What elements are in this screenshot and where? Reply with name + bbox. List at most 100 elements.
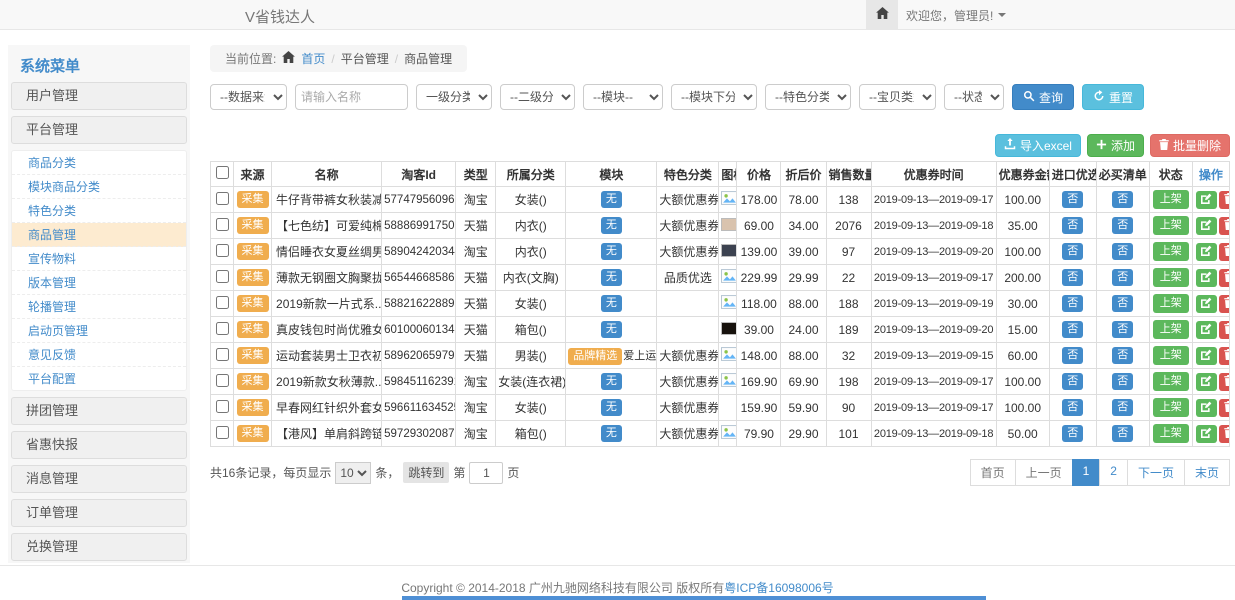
edit-button[interactable] (1196, 373, 1217, 391)
filter-select[interactable]: --数据来源-- (210, 84, 287, 110)
delete-button[interactable] (1219, 399, 1230, 417)
sidebar-item[interactable]: 宣传物料 (12, 247, 186, 271)
module-badge[interactable]: 品牌精选 (568, 348, 622, 365)
must-buy-toggle[interactable]: 否 (1112, 321, 1133, 338)
import-optional-toggle[interactable]: 否 (1062, 425, 1083, 442)
sidebar-item[interactable]: 商品分类 (12, 151, 186, 175)
sidebar-item[interactable]: 平台配置 (12, 367, 186, 390)
page-button[interactable]: 2 (1099, 459, 1128, 486)
module-badge[interactable]: 无 (601, 269, 622, 286)
status-toggle[interactable]: 上架 (1153, 346, 1189, 365)
status-toggle[interactable]: 上架 (1153, 268, 1189, 287)
status-toggle[interactable]: 上架 (1153, 320, 1189, 339)
must-buy-toggle[interactable]: 否 (1112, 295, 1133, 312)
filter-select[interactable]: --特色分类-- (765, 84, 851, 110)
page-button[interactable]: 1 (1072, 459, 1101, 486)
edit-button[interactable] (1196, 295, 1217, 313)
delete-button[interactable] (1219, 243, 1230, 261)
status-toggle[interactable]: 上架 (1153, 294, 1189, 313)
import-optional-toggle[interactable]: 否 (1062, 295, 1083, 312)
row-checkbox[interactable] (216, 400, 229, 413)
module-badge[interactable]: 无 (601, 295, 622, 312)
reset-button[interactable]: 重置 (1082, 84, 1144, 110)
row-checkbox[interactable] (216, 244, 229, 257)
must-buy-toggle[interactable]: 否 (1112, 191, 1133, 208)
sidebar-item[interactable]: 启动页管理 (12, 319, 186, 343)
delete-button[interactable] (1219, 347, 1230, 365)
filter-select[interactable]: --二级分类-- (500, 84, 575, 110)
row-checkbox[interactable] (216, 322, 229, 335)
row-checkbox[interactable] (216, 270, 229, 283)
edit-button[interactable] (1196, 243, 1217, 261)
sidebar-group-header[interactable]: 兑换管理 (11, 533, 187, 561)
batch-delete-button[interactable]: 批量删除 (1150, 134, 1230, 157)
page-jump-input[interactable] (469, 462, 503, 484)
status-toggle[interactable]: 上架 (1153, 242, 1189, 261)
jump-button[interactable]: 跳转到 (403, 462, 449, 483)
module-badge[interactable]: 无 (601, 217, 622, 234)
icp-link[interactable]: 粤ICP备16098006号 (724, 581, 833, 595)
page-button[interactable]: 首页 (970, 459, 1016, 486)
import-optional-toggle[interactable]: 否 (1062, 399, 1083, 416)
row-checkbox[interactable] (216, 374, 229, 387)
edit-button[interactable] (1196, 269, 1217, 287)
edit-button[interactable] (1196, 191, 1217, 209)
per-page-select[interactable]: 10 (335, 462, 371, 484)
must-buy-toggle[interactable]: 否 (1112, 373, 1133, 390)
sidebar-item[interactable]: 模块商品分类 (12, 175, 186, 199)
delete-button[interactable] (1219, 295, 1230, 313)
row-checkbox[interactable] (216, 192, 229, 205)
delete-button[interactable] (1219, 217, 1230, 235)
edit-button[interactable] (1196, 321, 1217, 339)
must-buy-toggle[interactable]: 否 (1112, 425, 1133, 442)
must-buy-toggle[interactable]: 否 (1112, 347, 1133, 364)
module-badge[interactable]: 无 (601, 191, 622, 208)
sidebar-item[interactable]: 商品管理 (12, 223, 186, 247)
sidebar-group-header[interactable]: 用户管理 (11, 82, 187, 110)
filter-select[interactable]: 一级分类 (416, 84, 492, 110)
module-badge[interactable]: 无 (601, 373, 622, 390)
import-optional-toggle[interactable]: 否 (1062, 347, 1083, 364)
sidebar-item[interactable]: 意见反馈 (12, 343, 186, 367)
add-button[interactable]: 添加 (1087, 134, 1144, 157)
home-button[interactable] (866, 0, 898, 30)
status-toggle[interactable]: 上架 (1153, 190, 1189, 209)
row-checkbox[interactable] (216, 296, 229, 309)
module-badge[interactable]: 无 (601, 321, 622, 338)
page-button[interactable]: 末页 (1184, 459, 1230, 486)
page-button[interactable]: 上一页 (1015, 459, 1073, 486)
sidebar-item[interactable]: 轮播管理 (12, 295, 186, 319)
edit-button[interactable] (1196, 425, 1217, 443)
status-toggle[interactable]: 上架 (1153, 216, 1189, 235)
edit-button[interactable] (1196, 217, 1217, 235)
import-optional-toggle[interactable]: 否 (1062, 269, 1083, 286)
sidebar-group-header[interactable]: 平台管理 (11, 116, 187, 144)
must-buy-toggle[interactable]: 否 (1112, 269, 1133, 286)
import-optional-toggle[interactable]: 否 (1062, 217, 1083, 234)
breadcrumb-home-link[interactable]: 首页 (301, 50, 325, 67)
sidebar-group-header[interactable]: 拼团管理 (11, 397, 187, 425)
filter-select[interactable]: --模块-- (583, 84, 663, 110)
filter-select[interactable]: --宝贝类型-- (859, 84, 936, 110)
must-buy-toggle[interactable]: 否 (1112, 399, 1133, 416)
delete-button[interactable] (1219, 191, 1230, 209)
import-optional-toggle[interactable]: 否 (1062, 243, 1083, 260)
filter-select[interactable]: --模块下分类-- (671, 84, 757, 110)
row-checkbox[interactable] (216, 348, 229, 361)
import-optional-toggle[interactable]: 否 (1062, 321, 1083, 338)
sidebar-group-header[interactable]: 消息管理 (11, 465, 187, 493)
status-toggle[interactable]: 上架 (1153, 398, 1189, 417)
horizontal-scrollbar[interactable] (402, 596, 986, 600)
delete-button[interactable] (1219, 269, 1230, 287)
must-buy-toggle[interactable]: 否 (1112, 217, 1133, 234)
import-optional-toggle[interactable]: 否 (1062, 191, 1083, 208)
sidebar-group-header[interactable]: 省惠快报 (11, 431, 187, 459)
delete-button[interactable] (1219, 373, 1230, 391)
module-badge[interactable]: 无 (601, 399, 622, 416)
status-toggle[interactable]: 上架 (1153, 424, 1189, 443)
row-checkbox[interactable] (216, 426, 229, 439)
edit-button[interactable] (1196, 347, 1217, 365)
delete-button[interactable] (1219, 425, 1230, 443)
edit-button[interactable] (1196, 399, 1217, 417)
name-search-input[interactable] (295, 84, 408, 110)
